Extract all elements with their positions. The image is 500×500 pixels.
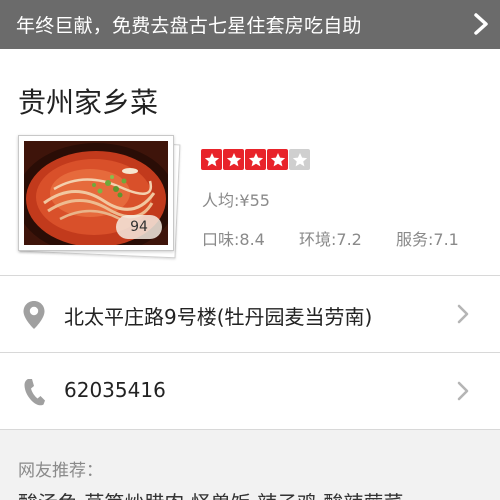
shop-info-card: 贵州家乡菜 94 人均:¥55 口味:8.4 环境:7.2 服务:7.1 [0, 49, 500, 276]
star-empty-icon [289, 149, 310, 170]
star-filled-icon [267, 149, 288, 170]
environment-score: 环境:7.2 [299, 230, 362, 249]
chevron-right-icon [474, 13, 488, 35]
chevron-right-icon [457, 381, 469, 401]
phone-icon [24, 379, 45, 406]
dish-photo: 94 [24, 141, 168, 245]
star-filled-icon [245, 149, 266, 170]
promo-banner-text: 年终巨献，免费去盘古七星住套房吃自助 [16, 15, 362, 37]
star-filled-icon [201, 149, 222, 170]
promo-banner[interactable]: 年终巨献，免费去盘古七星住套房吃自助 [0, 0, 500, 49]
recommended-dishes: 酸汤鱼 莴笋炒腊肉 怪兽饭 辣子鸡 酸辣蕨菜 [18, 487, 403, 500]
phone-number: 62035416 [64, 378, 166, 402]
location-pin-icon [23, 301, 45, 329]
star-rating [201, 149, 310, 170]
recommendations-section: 网友推荐： 酸汤鱼 莴笋炒腊肉 怪兽饭 辣子鸡 酸辣蕨菜 [0, 444, 500, 500]
recommendations-label: 网友推荐： [18, 461, 103, 481]
taste-score: 口味:8.4 [202, 230, 265, 249]
service-score: 服务:7.1 [396, 230, 459, 249]
chevron-right-icon [457, 304, 469, 324]
address-text: 北太平庄路9号楼(牡丹园麦当劳南) [64, 305, 373, 329]
address-row[interactable]: 北太平庄路9号楼(牡丹园麦当劳南) [0, 276, 500, 353]
shop-photo[interactable]: 94 [18, 135, 181, 259]
photo-frame: 94 [18, 135, 174, 251]
average-price: 人均:¥55 [202, 191, 270, 210]
photo-count-badge: 94 [116, 215, 162, 239]
phone-row[interactable]: 62035416 [0, 353, 500, 430]
star-filled-icon [223, 149, 244, 170]
shop-name: 贵州家乡菜 [18, 86, 159, 119]
